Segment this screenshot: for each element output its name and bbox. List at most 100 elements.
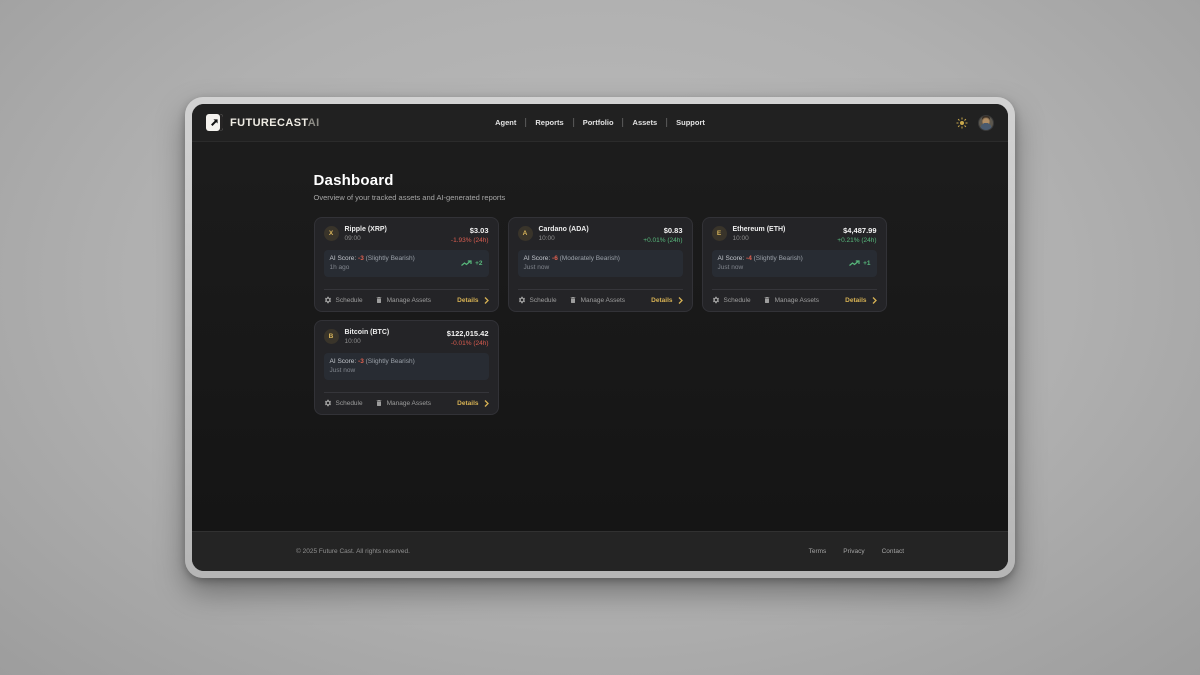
coin-price: $3.03 <box>451 226 489 235</box>
ai-score-value: -3 <box>358 358 364 365</box>
coin-avatar: X <box>324 226 339 241</box>
schedule-button[interactable]: Schedule <box>518 296 557 304</box>
top-navbar: FUTURECASTAI Agent Reports Portfolio Ass… <box>192 104 1008 142</box>
coin-time: 09:00 <box>345 235 387 242</box>
details-label: Details <box>651 297 672 304</box>
app-window: FUTURECASTAI Agent Reports Portfolio Ass… <box>192 104 1008 571</box>
schedule-label: Schedule <box>530 297 557 304</box>
ai-score-delta: +1 <box>849 260 870 267</box>
nav-item-support[interactable]: Support <box>667 118 714 127</box>
nav-item-reports[interactable]: Reports <box>526 118 572 127</box>
footer-link-terms[interactable]: Terms <box>809 548 827 555</box>
manage-assets-label: Manage Assets <box>387 400 431 407</box>
nav-item-portfolio[interactable]: Portfolio <box>574 118 623 127</box>
price-change: +0.01% (24h) <box>643 237 682 244</box>
schedule-label: Schedule <box>724 297 751 304</box>
ai-score-value: -6 <box>552 255 558 262</box>
coin-time: 10:00 <box>345 338 390 345</box>
manage-assets-label: Manage Assets <box>775 297 819 304</box>
brand-logo[interactable]: FUTURECASTAI <box>206 114 320 131</box>
app-footer: © 2025 Future Cast. All rights reserved.… <box>192 531 1008 571</box>
asset-card-bitcoin[interactable]: B Bitcoin (BTC) 10:00 $122,015.42 -0.01%… <box>314 320 499 415</box>
schedule-label: Schedule <box>336 400 363 407</box>
ai-score-label: (Slightly Bearish) <box>366 358 415 365</box>
coin-avatar: A <box>518 226 533 241</box>
page-subtitle: Overview of your tracked assets and AI-g… <box>314 193 887 202</box>
ai-score-prefix: AI Score: <box>524 255 551 262</box>
details-label: Details <box>845 297 866 304</box>
coin-name: Bitcoin (BTC) <box>345 329 390 336</box>
copyright-text: © 2025 Future Cast. All rights reserved. <box>296 548 410 555</box>
asset-card-grid: X Ripple (XRP) 09:00 $3.03 -1.93% (24h) <box>314 217 887 415</box>
theme-toggle-button[interactable] <box>956 117 968 129</box>
ai-score-prefix: AI Score: <box>330 255 357 262</box>
ai-score-updated: Just now <box>330 366 415 375</box>
trash-icon <box>375 296 383 304</box>
nav-item-agent[interactable]: Agent <box>486 118 525 127</box>
asset-card-ethereum[interactable]: E Ethereum (ETH) 10:00 $4,487.99 +0.21% … <box>702 217 887 312</box>
gear-icon <box>324 399 332 407</box>
trash-icon <box>763 296 771 304</box>
nav-item-assets[interactable]: Assets <box>624 118 667 127</box>
footer-links: Terms Privacy Contact <box>809 548 904 555</box>
ai-score-prefix: AI Score: <box>718 255 745 262</box>
schedule-button[interactable]: Schedule <box>324 296 363 304</box>
manage-assets-button[interactable]: Manage Assets <box>375 296 431 304</box>
manage-assets-button[interactable]: Manage Assets <box>569 296 625 304</box>
ai-score-strip: AI Score: -3 (Slightly Bearish) 1h ago +… <box>324 250 489 277</box>
ai-score-strip: AI Score: -4 (Slightly Bearish) Just now… <box>712 250 877 277</box>
manage-assets-button[interactable]: Manage Assets <box>763 296 819 304</box>
coin-price: $4,487.99 <box>837 226 876 235</box>
ai-score-label: (Moderately Bearish) <box>560 255 620 262</box>
details-button[interactable]: Details <box>651 297 682 304</box>
asset-card-ripple[interactable]: X Ripple (XRP) 09:00 $3.03 -1.93% (24h) <box>314 217 499 312</box>
ai-score-updated: 1h ago <box>330 263 415 272</box>
coin-price: $0.83 <box>643 226 682 235</box>
ai-score-strip: AI Score: -6 (Moderately Bearish) Just n… <box>518 250 683 277</box>
chevron-right-icon <box>872 297 877 304</box>
brand-name-main: FUTURECAST <box>230 117 308 129</box>
coin-time: 10:00 <box>733 235 786 242</box>
coin-price: $122,015.42 <box>447 329 489 338</box>
ai-score-prefix: AI Score: <box>330 358 357 365</box>
ai-score-label: (Slightly Bearish) <box>366 255 415 262</box>
schedule-button[interactable]: Schedule <box>324 399 363 407</box>
gear-icon <box>518 296 526 304</box>
asset-card-cardano[interactable]: A Cardano (ADA) 10:00 $0.83 +0.01% (24h) <box>508 217 693 312</box>
footer-link-contact[interactable]: Contact <box>882 548 904 555</box>
details-button[interactable]: Details <box>845 297 876 304</box>
ai-score-label: (Slightly Bearish) <box>754 255 803 262</box>
manage-assets-button[interactable]: Manage Assets <box>375 399 431 407</box>
ai-delta-value: +1 <box>863 260 870 267</box>
details-label: Details <box>457 400 478 407</box>
ai-delta-value: +2 <box>475 260 482 267</box>
ai-score-strip: AI Score: -3 (Slightly Bearish) Just now <box>324 353 489 380</box>
ai-score-updated: Just now <box>524 263 620 272</box>
main-nav: Agent Reports Portfolio Assets Support <box>486 104 714 141</box>
main-content: Dashboard Overview of your tracked asset… <box>192 142 1008 531</box>
price-change: +0.21% (24h) <box>837 237 876 244</box>
schedule-label: Schedule <box>336 297 363 304</box>
details-button[interactable]: Details <box>457 400 488 407</box>
arrow-up-right-icon <box>209 117 220 128</box>
page-title: Dashboard <box>314 172 887 189</box>
brand-logo-icon <box>206 114 223 131</box>
chevron-right-icon <box>484 297 489 304</box>
ai-score-value: -4 <box>746 255 752 262</box>
user-avatar[interactable] <box>978 115 994 131</box>
ai-score-value: -3 <box>358 255 364 262</box>
header-right-group <box>956 115 994 131</box>
coin-avatar: B <box>324 329 339 344</box>
details-button[interactable]: Details <box>457 297 488 304</box>
price-change: -1.93% (24h) <box>451 237 489 244</box>
footer-link-privacy[interactable]: Privacy <box>843 548 864 555</box>
coin-avatar: E <box>712 226 727 241</box>
manage-assets-label: Manage Assets <box>387 297 431 304</box>
trend-up-icon <box>849 260 860 267</box>
chevron-right-icon <box>484 400 489 407</box>
schedule-button[interactable]: Schedule <box>712 296 751 304</box>
price-change: -0.01% (24h) <box>447 340 489 347</box>
brand-name-accent: AI <box>308 117 320 129</box>
chevron-right-icon <box>678 297 683 304</box>
brand-name: FUTURECASTAI <box>230 117 320 129</box>
